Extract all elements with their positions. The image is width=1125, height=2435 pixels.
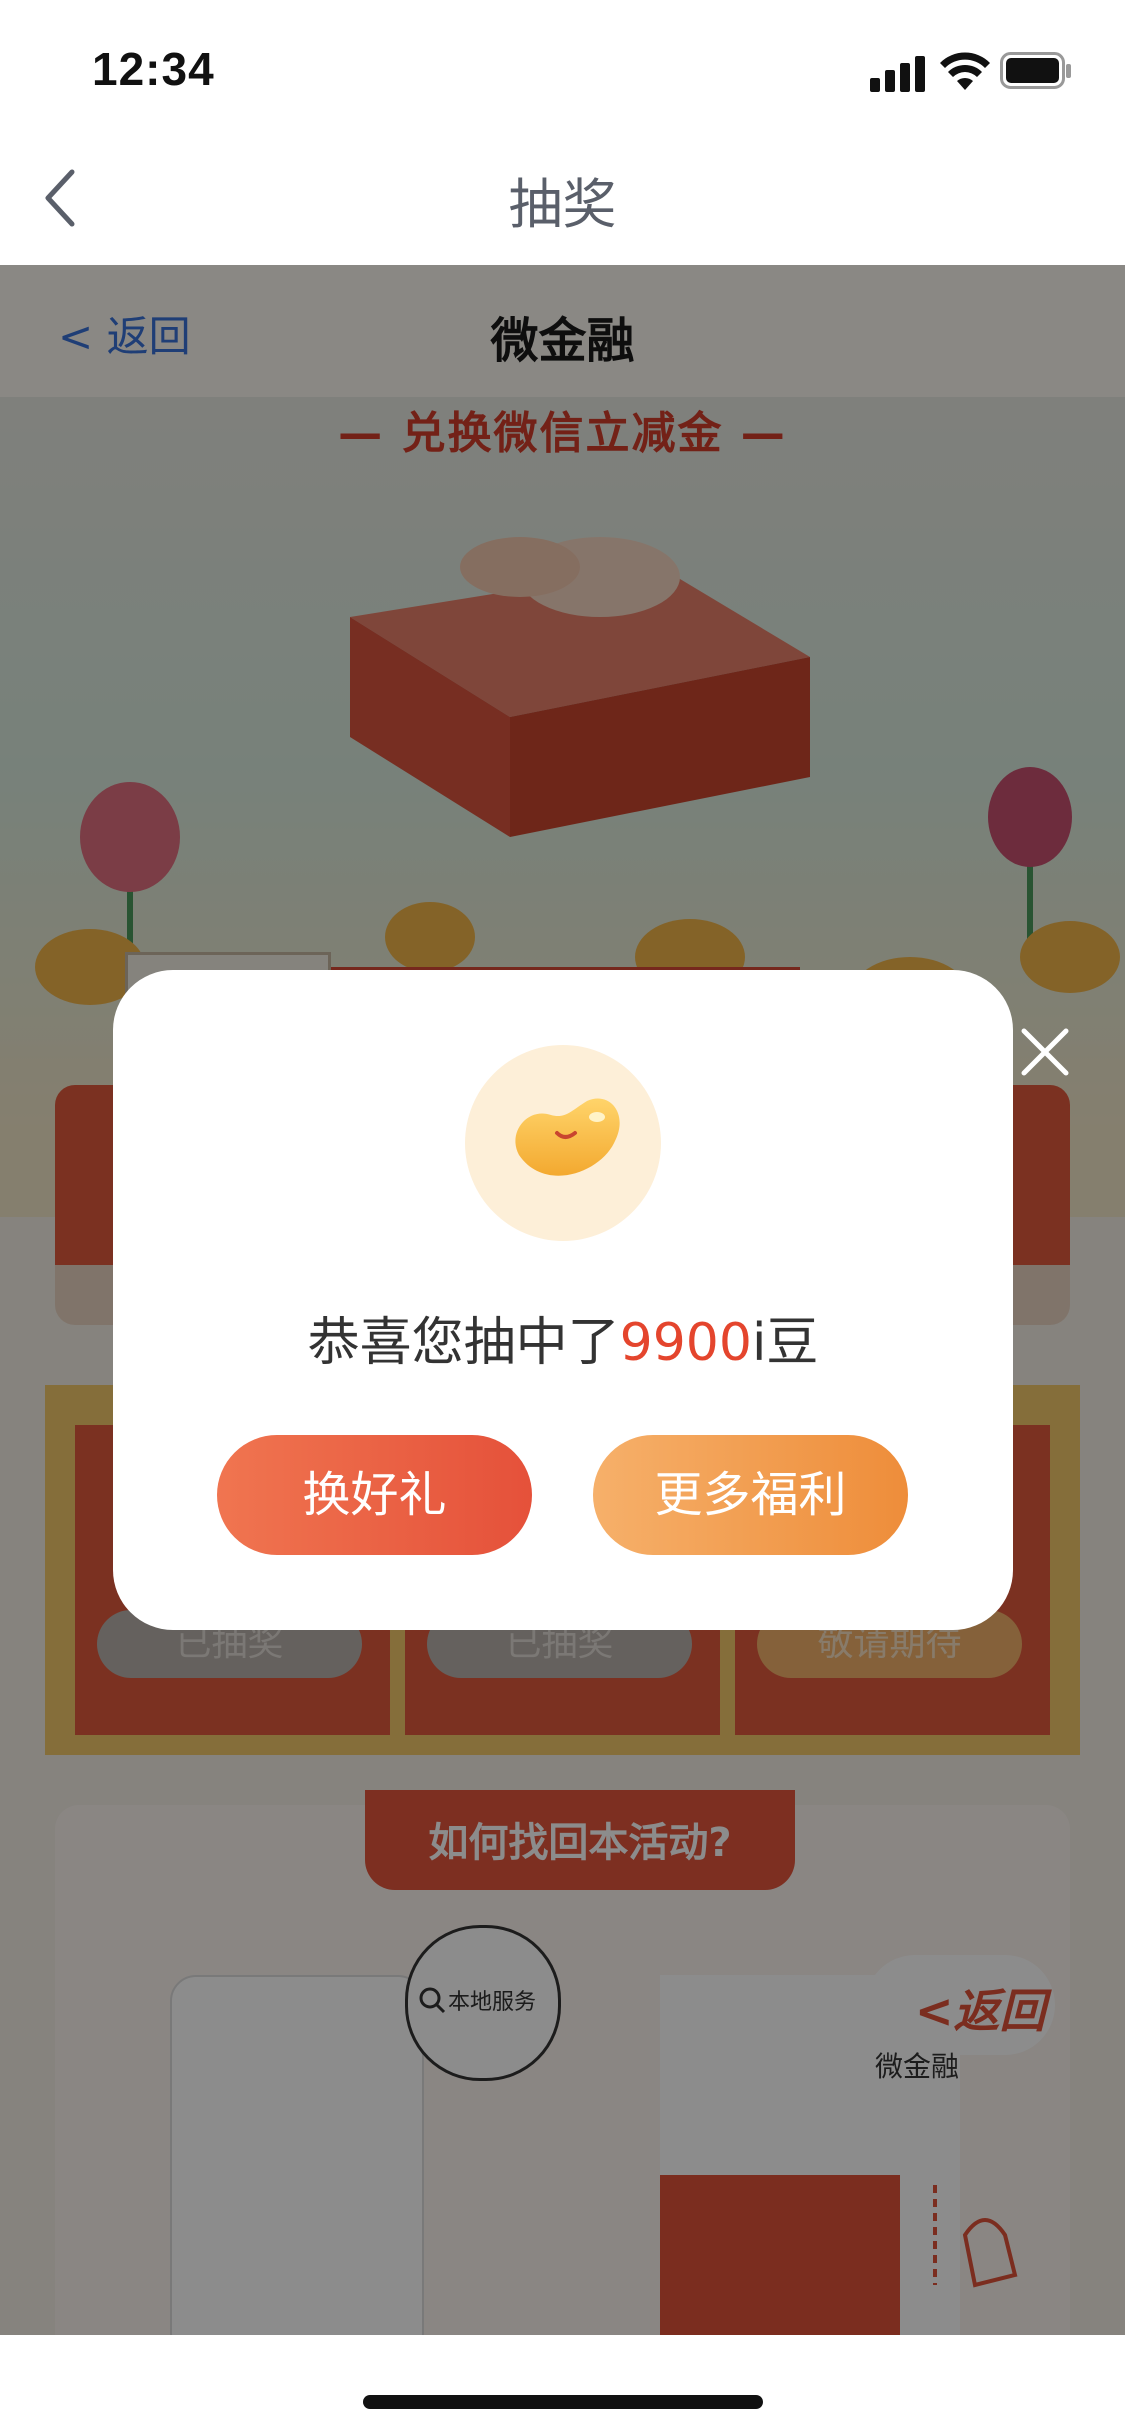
bean-icon — [515, 1098, 620, 1176]
prize-message: 恭喜您抽中了9900i豆 — [113, 1300, 1013, 1375]
prize-amount: 9900 — [619, 1313, 752, 1373]
more-benefits-button[interactable]: 更多福利 — [593, 1435, 908, 1555]
prize-unit: i豆 — [751, 1313, 819, 1373]
battery-icon — [1000, 52, 1071, 89]
exchange-gift-button[interactable]: 换好礼 — [217, 1435, 532, 1555]
bean-badge — [465, 1045, 661, 1241]
home-area — [0, 2335, 1125, 2435]
prize-modal: 恭喜您抽中了9900i豆 换好礼 更多福利 — [113, 970, 1013, 1630]
status-time: 12:34 — [92, 43, 215, 95]
page-title: 抽奖 — [508, 173, 617, 236]
close-icon[interactable] — [1018, 1025, 1072, 1079]
wifi-icon — [940, 52, 990, 90]
home-indicator[interactable] — [363, 2395, 763, 2409]
status-bar: 12:34 — [0, 0, 1125, 140]
prize-message-prefix: 恭喜您抽中了 — [307, 1313, 620, 1373]
signal-icon — [870, 56, 925, 92]
